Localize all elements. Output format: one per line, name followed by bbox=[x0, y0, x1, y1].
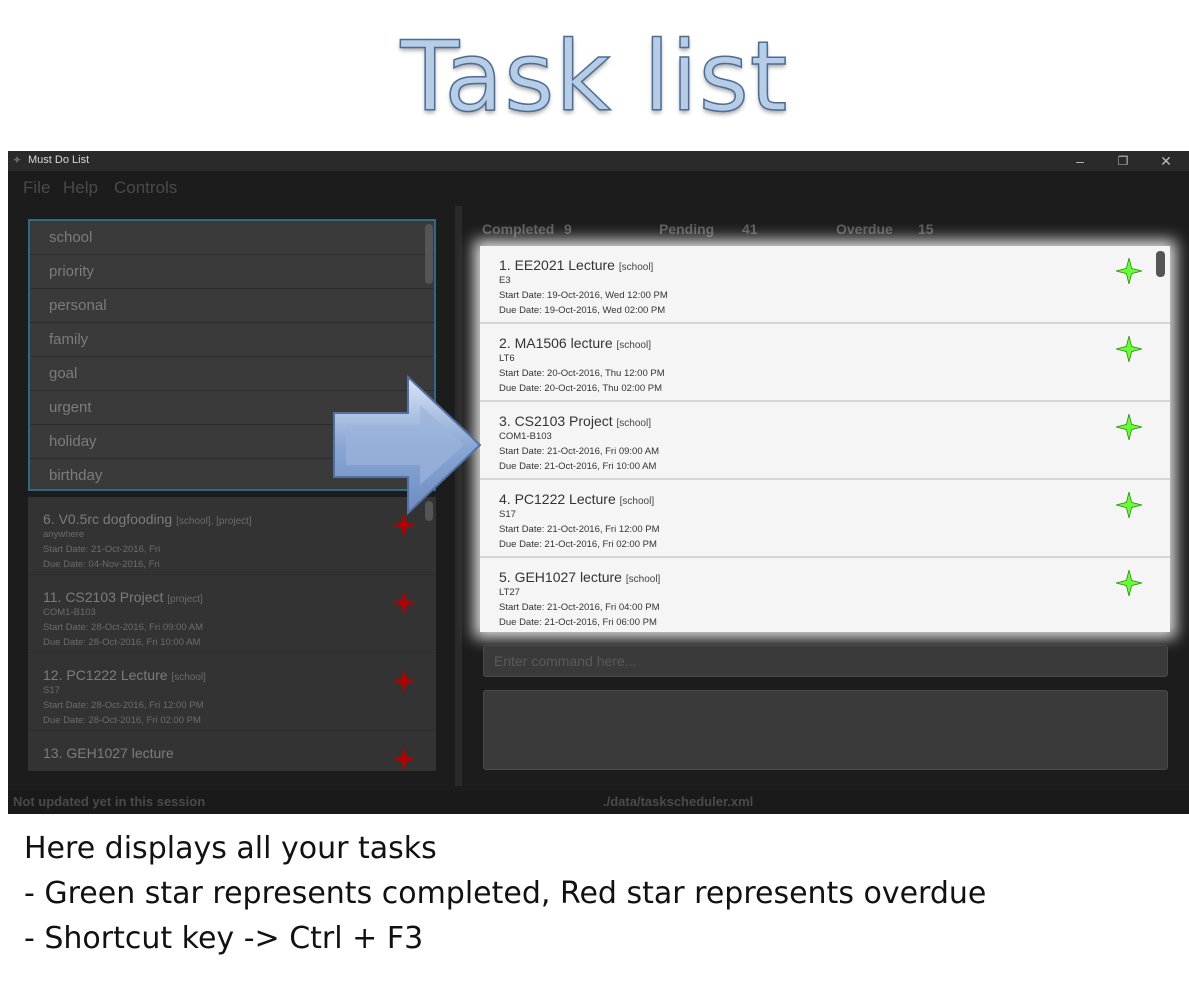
task-location: COM1-B103 bbox=[499, 431, 552, 442]
completed-label: Completed bbox=[482, 221, 555, 237]
task-location: anywhere bbox=[43, 529, 85, 540]
pending-label: Pending bbox=[659, 221, 715, 237]
task-tags: [school] bbox=[171, 672, 206, 683]
task-due-date: Due Date: 19-Oct-2016, Wed 02:00 PM bbox=[499, 305, 666, 316]
task-due-date: Due Date: 28-Oct-2016, Fri 10:00 AM bbox=[43, 637, 201, 648]
task-title: 1. EE2021 Lecture bbox=[499, 257, 615, 273]
window-title: Must Do List bbox=[28, 154, 90, 166]
task-list-scrollbar[interactable] bbox=[1156, 251, 1165, 277]
task-title: 3. CS2103 Project bbox=[499, 413, 613, 429]
caption: Here displays all your tasks - Green sta… bbox=[24, 826, 986, 961]
task-tags: [school] bbox=[619, 496, 655, 507]
task-tags: [school], [project] bbox=[176, 516, 252, 527]
slide-title: Task list bbox=[400, 21, 789, 133]
pending-count: 41 bbox=[742, 221, 758, 237]
overdue-star-icon bbox=[392, 669, 416, 693]
task-due-date: Due Date: 28-Oct-2016, Fri 02:00 PM bbox=[43, 715, 201, 726]
task-location: LT6 bbox=[499, 353, 515, 364]
task-title: 6. V0.5rc dogfooding bbox=[43, 511, 173, 527]
minimize-button[interactable]: – bbox=[1060, 151, 1100, 171]
overdue-task-card[interactable]: 11. CS2103 Project [project] COM1-B103 S… bbox=[28, 575, 436, 653]
overdue-star-icon bbox=[392, 747, 416, 771]
task-tags: [school] bbox=[618, 262, 654, 273]
pointer-arrow-icon bbox=[333, 375, 482, 515]
caption-line: Here displays all your tasks bbox=[24, 831, 437, 866]
task-card[interactable]: 1. EE2021 Lecture [school] E3 Start Date… bbox=[480, 246, 1170, 324]
overdue-task-card[interactable]: 13. GEH1027 lecture bbox=[28, 731, 436, 771]
task-start-date: Start Date: 19-Oct-2016, Wed 12:00 PM bbox=[499, 290, 668, 301]
task-title: 2. MA1506 lecture bbox=[499, 335, 613, 351]
caption-line: - Green star represents completed, Red s… bbox=[24, 876, 987, 911]
command-input[interactable]: Enter command here... bbox=[483, 645, 1168, 677]
restore-button[interactable]: ❐ bbox=[1103, 151, 1143, 171]
task-due-date: Due Date: 21-Oct-2016, Fri 02:00 PM bbox=[499, 539, 657, 550]
task-tags: [school] bbox=[625, 574, 661, 585]
task-title: 13. GEH1027 lecture bbox=[43, 745, 174, 761]
menu-controls[interactable]: Controls bbox=[114, 178, 177, 198]
menu-bar: File Help Controls bbox=[8, 171, 1189, 201]
task-tags: [school] bbox=[616, 340, 651, 351]
task-location: LT27 bbox=[499, 587, 520, 598]
completed-star-icon bbox=[1116, 492, 1142, 518]
overdue-task-card[interactable]: 12. PC1222 Lecture [school] S17 Start Da… bbox=[28, 653, 436, 731]
task-location: COM1-B103 bbox=[43, 607, 96, 618]
menu-file[interactable]: File bbox=[23, 178, 50, 198]
task-card[interactable]: 5. GEH1027 lecture [school] LT27 Start D… bbox=[480, 558, 1170, 632]
task-start-date: Start Date: 20-Oct-2016, Thu 12:00 PM bbox=[499, 368, 665, 379]
task-location: S17 bbox=[43, 685, 60, 696]
task-card[interactable]: 3. CS2103 Project [school] COM1-B103 Sta… bbox=[480, 402, 1170, 480]
close-button[interactable]: ✕ bbox=[1146, 151, 1186, 171]
overdue-star-icon bbox=[392, 513, 416, 537]
sync-status: Not updated yet in this session bbox=[13, 794, 206, 809]
tag-item-priority[interactable]: priority bbox=[30, 255, 434, 289]
completed-star-icon bbox=[1116, 336, 1142, 362]
task-tags: [school] bbox=[616, 418, 651, 429]
task-start-date: Start Date: 21-Oct-2016, Fri bbox=[43, 544, 161, 555]
task-location: E3 bbox=[499, 275, 511, 286]
task-card[interactable]: 4. PC1222 Lecture [school] S17 Start Dat… bbox=[480, 480, 1170, 558]
tag-item-school[interactable]: school bbox=[30, 221, 434, 255]
completed-star-icon bbox=[1116, 414, 1142, 440]
completed-star-icon bbox=[1116, 258, 1142, 284]
tag-item-personal[interactable]: personal bbox=[30, 289, 434, 323]
app-icon: ✦ bbox=[12, 153, 23, 167]
task-due-date: Due Date: 21-Oct-2016, Fri 06:00 PM bbox=[499, 617, 657, 628]
tag-item-family[interactable]: family bbox=[30, 323, 434, 357]
completed-star-icon bbox=[1116, 570, 1142, 596]
menu-help[interactable]: Help bbox=[63, 178, 98, 198]
task-title: 4. PC1222 Lecture bbox=[499, 491, 616, 507]
overdue-star-icon bbox=[392, 591, 416, 615]
task-title: 11. CS2103 Project bbox=[43, 589, 164, 605]
result-display bbox=[483, 690, 1168, 770]
task-location: S17 bbox=[499, 509, 516, 520]
task-start-date: Start Date: 28-Oct-2016, Fri 12:00 PM bbox=[43, 700, 204, 711]
task-due-date: Due Date: 20-Oct-2016, Thu 02:00 PM bbox=[499, 383, 662, 394]
task-due-date: Due Date: 04-Nov-2016, Fri bbox=[43, 559, 160, 570]
completed-count: 9 bbox=[564, 221, 572, 237]
task-due-date: Due Date: 21-Oct-2016, Fri 10:00 AM bbox=[499, 461, 657, 472]
save-location: ./data/taskscheduler.xml bbox=[603, 794, 754, 809]
task-list: 1. EE2021 Lecture [school] E3 Start Date… bbox=[480, 246, 1170, 632]
task-start-date: Start Date: 21-Oct-2016, Fri 12:00 PM bbox=[499, 524, 660, 535]
task-title: 12. PC1222 Lecture bbox=[43, 667, 168, 683]
app-window: ✦ Must Do List – ❐ ✕ File Help Controls … bbox=[8, 151, 1189, 814]
overdue-count: 15 bbox=[918, 221, 934, 237]
title-bar: ✦ Must Do List – ❐ ✕ bbox=[8, 151, 1189, 171]
tag-list-scrollbar[interactable] bbox=[425, 224, 433, 284]
overdue-task-list: 6. V0.5rc dogfooding [school], [project]… bbox=[28, 497, 436, 771]
task-start-date: Start Date: 28-Oct-2016, Fri 09:00 AM bbox=[43, 622, 203, 633]
task-start-date: Start Date: 21-Oct-2016, Fri 09:00 AM bbox=[499, 446, 659, 457]
task-tags: [project] bbox=[167, 594, 203, 605]
status-bar: Not updated yet in this session ./data/t… bbox=[8, 791, 1189, 814]
task-start-date: Start Date: 21-Oct-2016, Fri 04:00 PM bbox=[499, 602, 660, 613]
caption-line: - Shortcut key -> Ctrl + F3 bbox=[24, 921, 424, 956]
task-title: 5. GEH1027 lecture bbox=[499, 569, 622, 585]
overdue-label: Overdue bbox=[836, 221, 893, 237]
task-card[interactable]: 2. MA1506 lecture [school] LT6 Start Dat… bbox=[480, 324, 1170, 402]
